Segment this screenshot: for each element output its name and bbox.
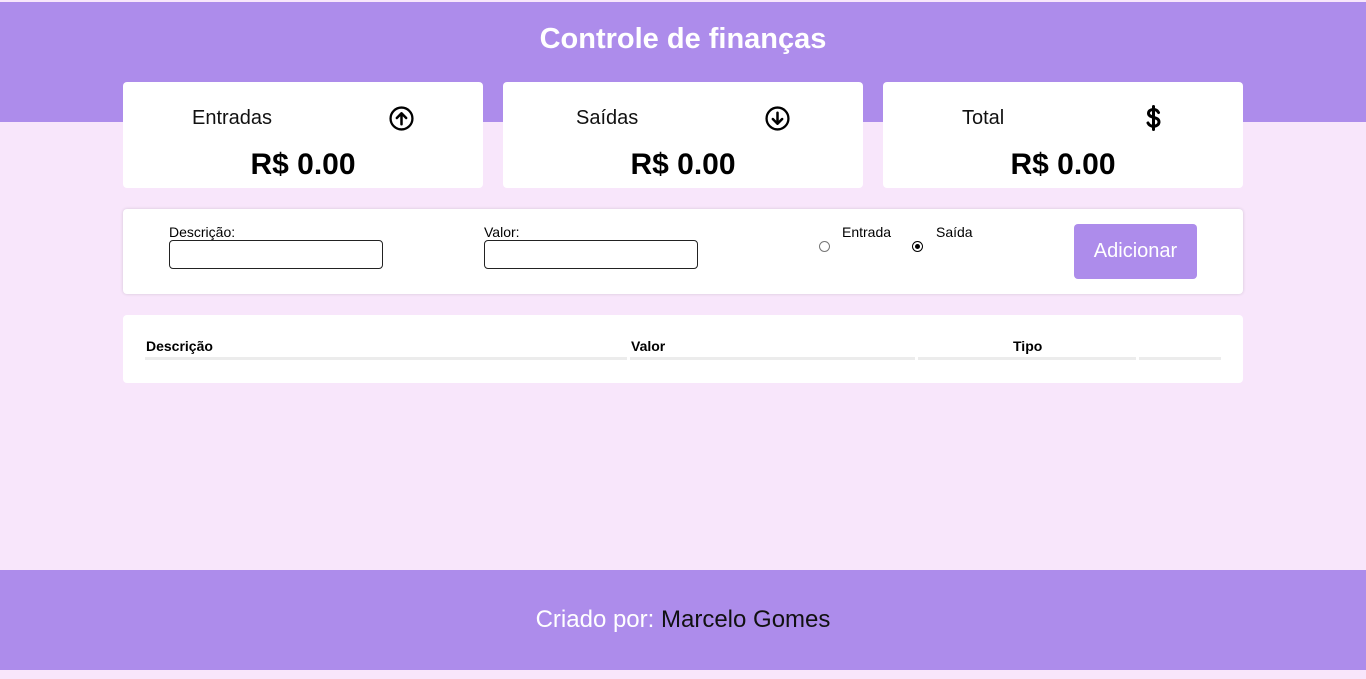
header-divider (1139, 357, 1221, 360)
arrow-up-circle-icon (389, 106, 414, 131)
expense-amount: R$ 0.00 (630, 148, 736, 181)
radio-entrada[interactable] (819, 241, 830, 252)
footer: Criado por: Marcelo Gomes (0, 570, 1366, 670)
transactions-table: Descrição Valor Tipo (123, 315, 1243, 383)
footer-prefix: Criado por: (535, 606, 655, 633)
description-label: Descrição: (169, 224, 236, 240)
radio-saida[interactable] (912, 241, 923, 252)
dollar-sign-icon (1141, 104, 1166, 131)
header-divider (145, 357, 627, 360)
transaction-form: Descrição: Valor: Entrada Saída Adiciona… (123, 209, 1243, 294)
income-amount: R$ 0.00 (250, 148, 356, 181)
expense-card: Saídas R$ 0.00 (503, 82, 863, 188)
arrow-down-circle-icon (765, 106, 790, 131)
total-amount: R$ 0.00 (1010, 148, 1116, 181)
column-header-tipo: Tipo (1013, 338, 1043, 354)
footer-credit: Criado por: Marcelo Gomes (0, 606, 1366, 634)
value-label: Valor: (484, 224, 520, 240)
income-label: Entradas (192, 107, 273, 129)
description-input[interactable] (169, 240, 383, 269)
header-divider (630, 357, 915, 360)
header-divider (918, 357, 1136, 360)
radio-entrada-label: Entrada (842, 224, 892, 240)
footer-author: Marcelo Gomes (661, 606, 831, 633)
column-header-valor: Valor (631, 338, 666, 354)
total-card: Total R$ 0.00 (883, 82, 1243, 188)
expense-label: Saídas (576, 107, 639, 129)
page-title: Controle de finanças (539, 23, 827, 55)
radio-saida-label: Saída (936, 224, 973, 240)
total-label: Total (962, 107, 1005, 129)
income-card: Entradas R$ 0.00 (123, 82, 483, 188)
value-input[interactable] (484, 240, 698, 269)
column-header-descricao: Descrição (146, 338, 213, 354)
add-button[interactable]: Adicionar (1074, 224, 1197, 279)
